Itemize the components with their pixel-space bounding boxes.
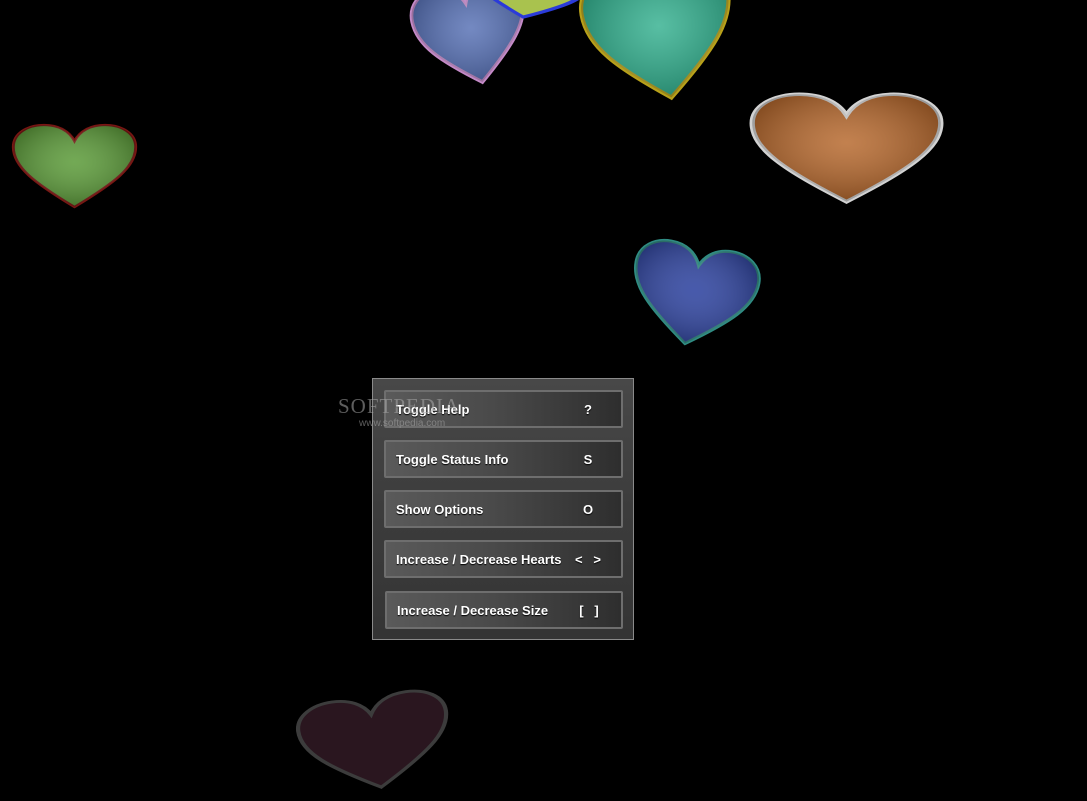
screensaver-canvas: Toggle Help ? Toggle Status Info S Show …: [0, 0, 1087, 801]
heart-icon: [744, 89, 949, 207]
help-item-key: < >: [574, 552, 602, 567]
help-item-label: Toggle Status Info: [396, 452, 509, 467]
heart-icon: [8, 121, 141, 211]
help-item-key: O: [582, 502, 594, 517]
help-item-label: Show Options: [396, 502, 484, 517]
heart-icon: [288, 681, 462, 801]
help-item-key: ?: [584, 402, 592, 417]
toggle-status-info-row[interactable]: Toggle Status Info S: [384, 440, 623, 478]
heart-icon: [618, 230, 770, 360]
increase-decrease-size-row[interactable]: Increase / Decrease Size [ ]: [385, 591, 623, 629]
help-item-label: Increase / Decrease Size: [397, 603, 549, 618]
help-item-key: S: [583, 452, 593, 467]
help-item-label: Increase / Decrease Hearts: [396, 552, 562, 567]
help-panel: Toggle Help ? Toggle Status Info S Show …: [372, 378, 634, 640]
increase-decrease-hearts-row[interactable]: Increase / Decrease Hearts < >: [384, 540, 623, 578]
help-item-key: [ ]: [579, 603, 599, 618]
toggle-help-row[interactable]: Toggle Help ?: [384, 390, 623, 428]
show-options-row[interactable]: Show Options O: [384, 490, 623, 528]
help-item-label: Toggle Help: [396, 402, 470, 417]
heart-icon: [555, 0, 765, 120]
